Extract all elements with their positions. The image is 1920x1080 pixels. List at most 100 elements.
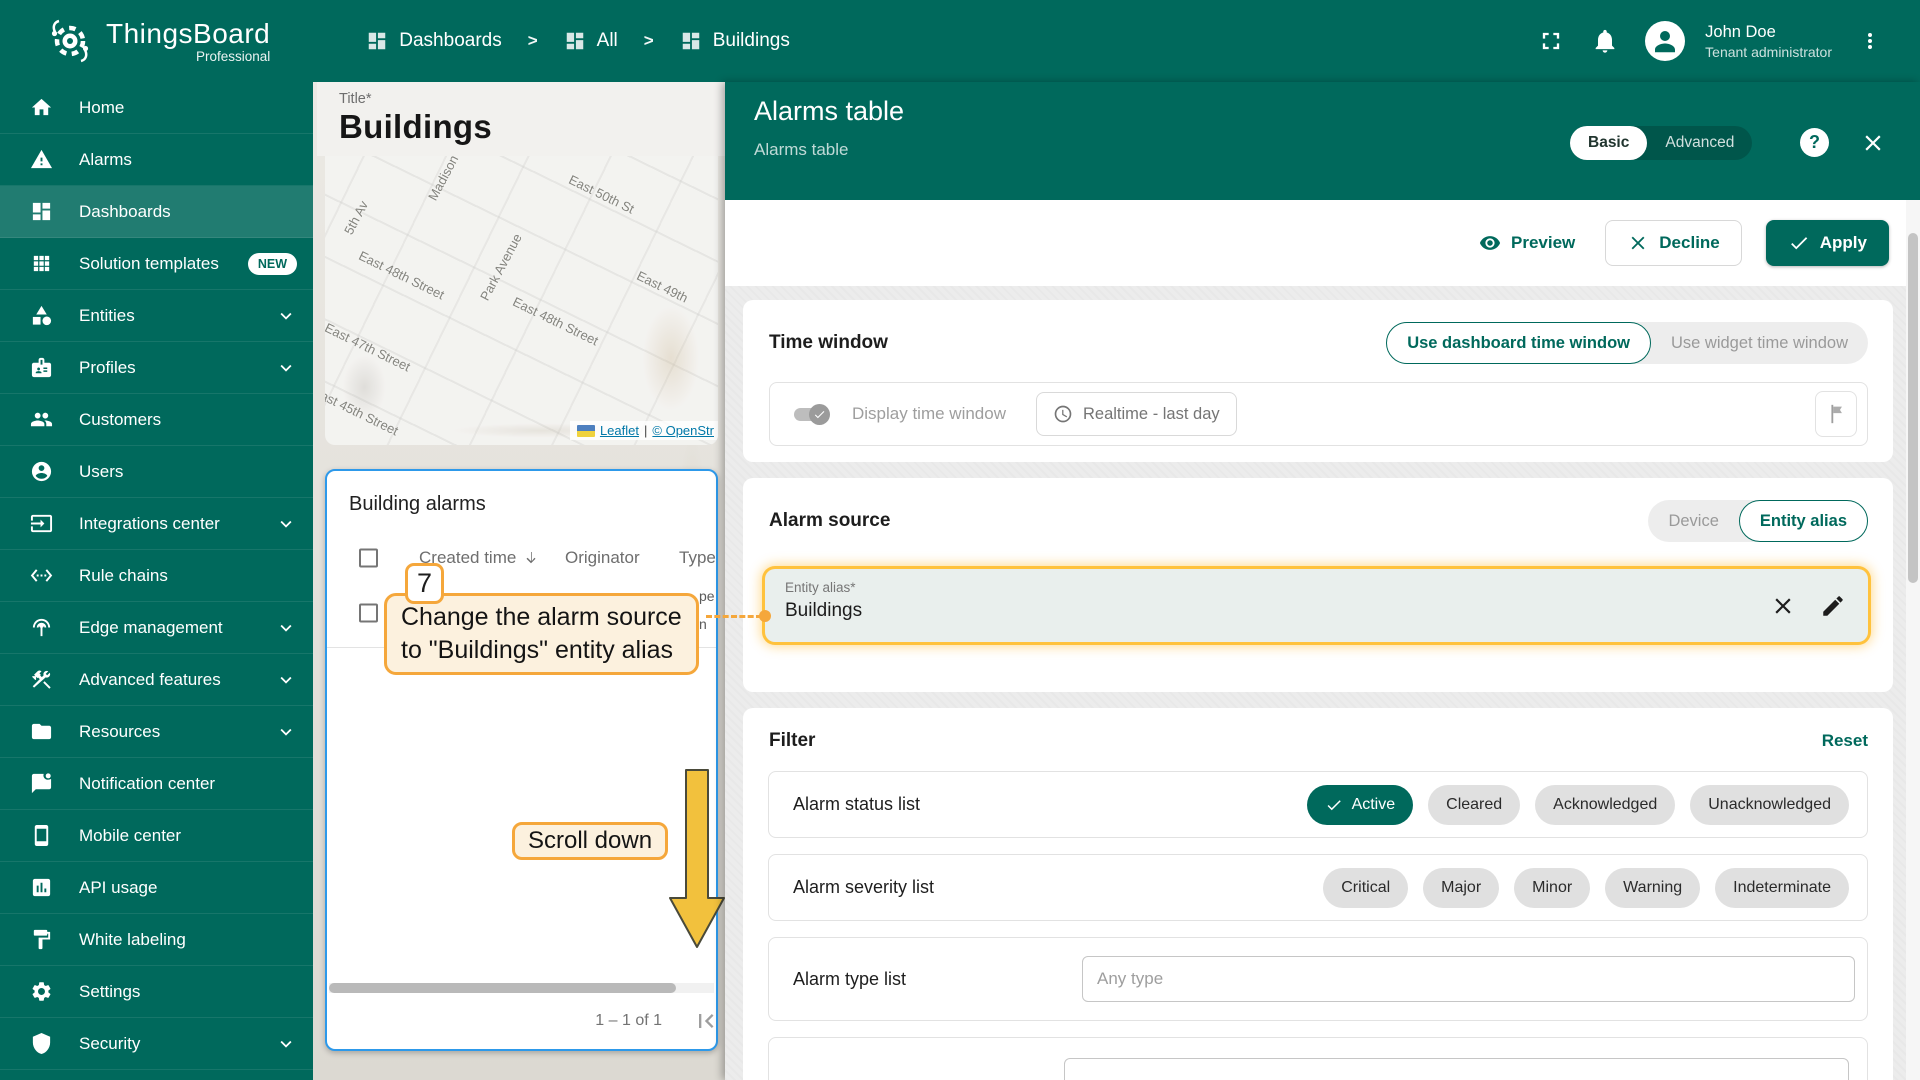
filter-row-alarm-status-list: Alarm status listActiveClearedAcknowledg…: [768, 771, 1868, 838]
sidebar-item-alarms[interactable]: Alarms: [0, 134, 313, 186]
chip-indeterminate[interactable]: Indeterminate: [1715, 868, 1849, 908]
sidebar-item-solution-templates[interactable]: Solution templatesNEW: [0, 238, 313, 290]
use-widget-time-window-option[interactable]: Use widget time window: [1651, 322, 1868, 364]
sidebar-item-label: Notification center: [79, 774, 215, 794]
basic-mode-option[interactable]: Basic: [1570, 126, 1647, 160]
avatar[interactable]: [1645, 21, 1685, 61]
breadcrumb-item-buildings[interactable]: Buildings: [680, 30, 790, 52]
warning-icon: [30, 148, 53, 171]
entity-alias-field-value: Buildings: [785, 600, 1848, 622]
display-time-window-toggle[interactable]: [792, 404, 830, 424]
chip-warning[interactable]: Warning: [1605, 868, 1700, 908]
clock-icon: [1053, 404, 1073, 424]
help-icon[interactable]: ?: [1800, 128, 1829, 157]
shield-icon: [30, 1032, 53, 1055]
chip-active[interactable]: Active: [1307, 785, 1414, 825]
preview-button[interactable]: Preview: [1473, 222, 1581, 264]
map-attribution: Leaflet | © OpenStr: [570, 421, 718, 440]
column-header-type[interactable]: Type: [679, 548, 716, 568]
advanced-mode-option[interactable]: Advanced: [1647, 126, 1752, 160]
sidebar-item-advanced-features[interactable]: Advanced features: [0, 654, 313, 706]
sidebar-item-entities[interactable]: Entities: [0, 290, 313, 342]
header-actions: John Doe Tenant administrator: [1537, 21, 1920, 61]
sidebar-item-integrations-center[interactable]: Integrations center: [0, 498, 313, 550]
ethernet-icon: [30, 564, 53, 587]
account-icon: [30, 460, 53, 483]
realtime-range-button[interactable]: Realtime - last day: [1036, 392, 1237, 436]
sidebar-item-resources[interactable]: Resources: [0, 706, 313, 758]
chip-critical[interactable]: Critical: [1323, 868, 1408, 908]
vertical-scrollbar-thumb[interactable]: [1908, 233, 1918, 583]
panel-header: Alarms table Alarms table Basic Advanced…: [725, 82, 1920, 200]
entity-alias-option[interactable]: Entity alias: [1739, 500, 1868, 542]
clear-entity-alias-icon[interactable]: [1770, 593, 1796, 619]
sidebar-item-settings[interactable]: Settings: [0, 966, 313, 1018]
sidebar-item-label: Alarms: [79, 150, 132, 170]
notifications-bell-icon[interactable]: [1591, 27, 1619, 55]
horizontal-scrollbar[interactable]: [329, 983, 714, 993]
map-widget[interactable]: Leaflet | © OpenStr 5th AvMadison AvEast…: [325, 156, 718, 445]
fullscreen-icon[interactable]: [1537, 27, 1565, 55]
chip-minor[interactable]: Minor: [1514, 868, 1590, 908]
chip-acknowledged[interactable]: Acknowledged: [1535, 785, 1675, 825]
use-dashboard-time-window-option[interactable]: Use dashboard time window: [1386, 322, 1651, 364]
top-header: ThingsBoard Professional Dashboards>All>…: [0, 0, 1920, 82]
sidebar-item-white-labeling[interactable]: White labeling: [0, 914, 313, 966]
select-all-checkbox[interactable]: [359, 549, 378, 568]
filter-row-partial: [768, 1037, 1868, 1080]
sidebar-item-home[interactable]: Home: [0, 82, 313, 134]
sidebar: Home Alarms DashboardsSolution templatesNE…: [0, 82, 313, 1080]
sidebar-item-label: Settings: [79, 982, 140, 1002]
thingsboard-logo[interactable]: ThingsBoard Professional: [0, 17, 270, 65]
leaflet-link[interactable]: Leaflet: [600, 423, 639, 438]
sidebar-item-rule-chains[interactable]: Rule chains: [0, 550, 313, 602]
close-icon[interactable]: [1860, 130, 1886, 156]
chip-label: Acknowledged: [1553, 796, 1657, 814]
sidebar-item-label: Mobile center: [79, 826, 181, 846]
user-menu[interactable]: John Doe Tenant administrator: [1705, 21, 1832, 61]
chip-cleared[interactable]: Cleared: [1428, 785, 1520, 825]
first-page-icon[interactable]: [692, 1007, 718, 1035]
edit-entity-alias-icon[interactable]: [1820, 593, 1846, 619]
display-time-window-label: Display time window: [852, 404, 1006, 424]
entity-alias-field[interactable]: Entity alias* Buildings: [765, 569, 1868, 642]
input-icon: [30, 512, 53, 535]
sidebar-item-label: White labeling: [79, 930, 186, 950]
chip-unacknowledged[interactable]: Unacknowledged: [1690, 785, 1849, 825]
new-badge: NEW: [248, 253, 297, 275]
row-checkbox[interactable]: [359, 603, 378, 622]
sidebar-item-mobile-center[interactable]: Mobile center: [0, 810, 313, 862]
vertical-scrollbar[interactable]: [1906, 200, 1920, 1080]
dashboard-title-input[interactable]: Buildings: [339, 108, 725, 146]
edit-time-window-button[interactable]: [1815, 391, 1857, 437]
column-header-originator[interactable]: Originator: [565, 548, 640, 568]
chip-label: Unacknowledged: [1708, 796, 1831, 814]
modules-icon: [30, 252, 53, 275]
reset-filter-link[interactable]: Reset: [1822, 731, 1868, 751]
column-label: Originator: [565, 548, 640, 568]
device-option[interactable]: Device: [1648, 500, 1738, 542]
openstreetmap-link[interactable]: © OpenStr: [652, 423, 714, 438]
alarm-source-heading: Alarm source: [769, 510, 890, 532]
sidebar-item-security[interactable]: Security: [0, 1018, 313, 1070]
close-icon: [1627, 232, 1649, 254]
dashboard-grid-icon: [680, 30, 702, 52]
sidebar-item-notification-center[interactable]: Notification center: [0, 758, 313, 810]
scroll-hint-callout: Scroll down: [512, 822, 668, 860]
breadcrumb-item-all[interactable]: All: [564, 30, 618, 52]
horizontal-scrollbar-thumb[interactable]: [329, 983, 676, 993]
sidebar-item-users[interactable]: Users: [0, 446, 313, 498]
apply-button[interactable]: Apply: [1766, 220, 1889, 266]
sidebar-item-dashboards[interactable]: Dashboards: [0, 186, 313, 238]
breadcrumb-item-dashboards[interactable]: Dashboards: [366, 30, 501, 52]
decline-button[interactable]: Decline: [1605, 220, 1741, 266]
filter-input-alarm-type-list[interactable]: [1082, 956, 1855, 1002]
sidebar-item-edge-management[interactable]: Edge management: [0, 602, 313, 654]
sidebar-item-customers[interactable]: Customers: [0, 394, 313, 446]
building-alarms-widget[interactable]: Building alarms Created timeOriginatorTy…: [325, 469, 718, 1051]
sidebar-item-api-usage[interactable]: API usage: [0, 862, 313, 914]
chip-major[interactable]: Major: [1423, 868, 1499, 908]
filter-input-partial[interactable]: [1064, 1058, 1849, 1080]
kebab-menu-icon[interactable]: [1858, 27, 1882, 55]
sidebar-item-profiles[interactable]: Profiles: [0, 342, 313, 394]
